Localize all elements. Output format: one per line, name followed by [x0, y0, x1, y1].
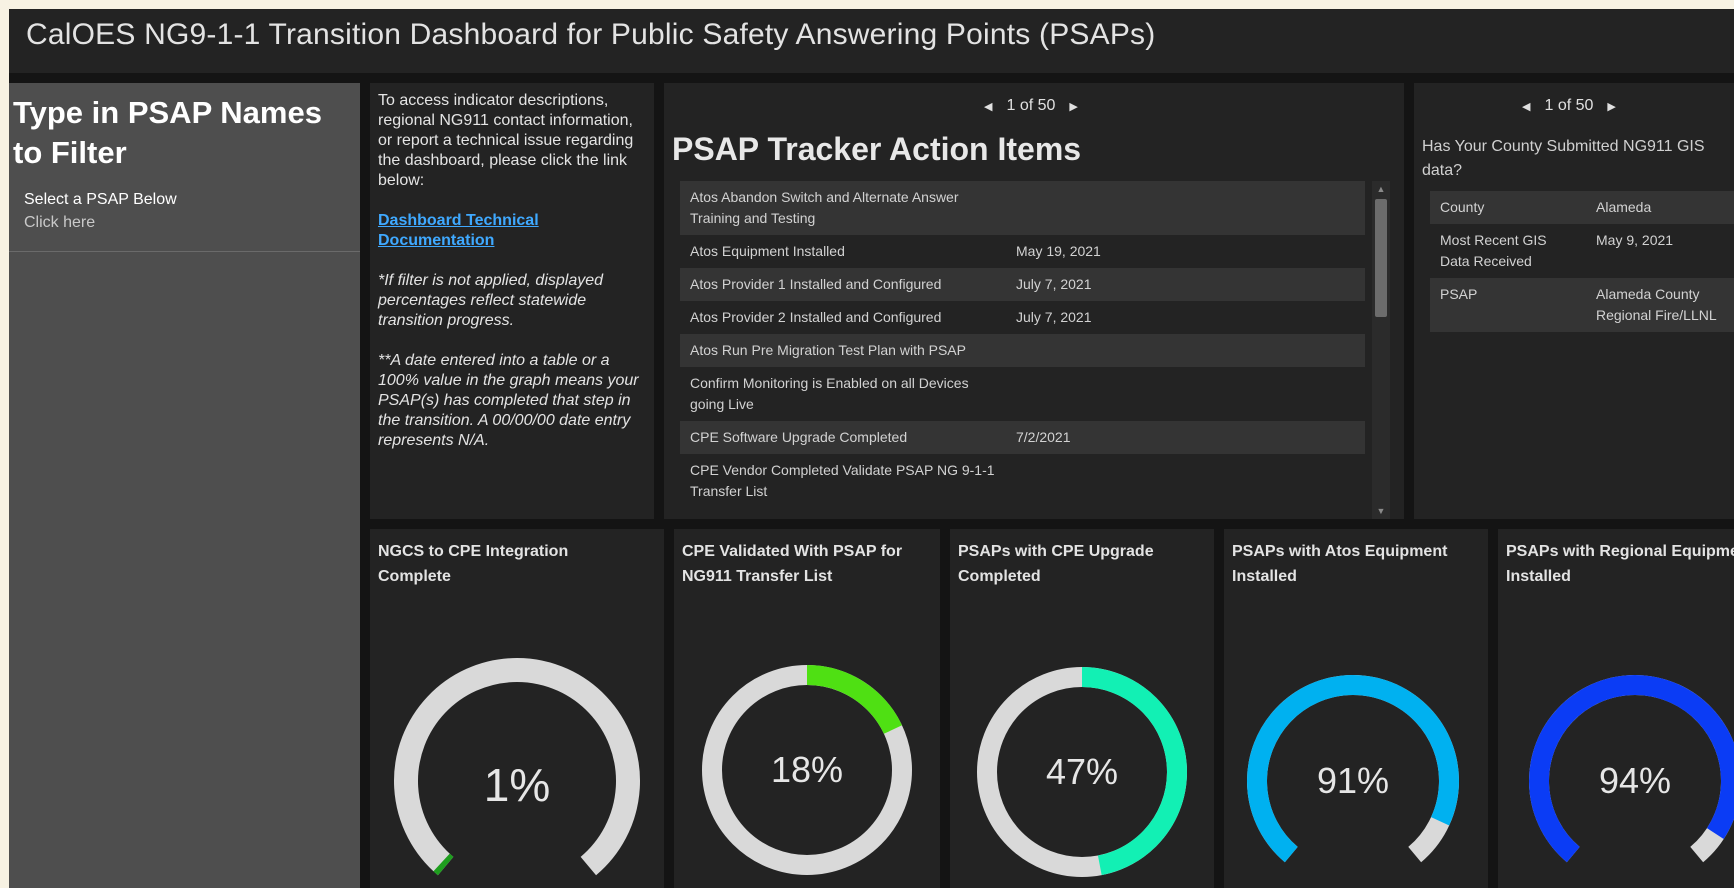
- gauge-regional-equipment: PSAPs with Regional Equipment Installed …: [1498, 529, 1734, 888]
- scroll-thumb[interactable]: [1375, 199, 1387, 317]
- row-item: Atos Run Pre Migration Test Plan with PS…: [690, 342, 966, 358]
- gauge-value-arc: [433, 853, 454, 876]
- gauge-ngcs-integration: NGCS to CPE Integration Complete 1%: [370, 529, 664, 888]
- info-intro: To access indicator descriptions, region…: [378, 92, 634, 189]
- row-item: Confirm Monitoring is Enabled on all Dev…: [690, 375, 969, 412]
- psap-select-dropdown[interactable]: Click here: [24, 214, 95, 232]
- tracker-page-count: 1 of 50: [1006, 97, 1056, 114]
- row-value: May 9, 2021: [1596, 232, 1674, 248]
- row-value: Alameda County Regional Fire/LLNL: [1596, 286, 1717, 323]
- row-item: CPE Software Upgrade Completed: [690, 429, 908, 445]
- info-note-filter: *If filter is not applied, displayed per…: [378, 272, 604, 329]
- next-page-icon[interactable]: ▶: [1069, 100, 1077, 113]
- filter-title: Type in PSAP Names to Filter: [13, 95, 322, 170]
- table-row: PSAP Alameda County Regional Fire/LLNL: [1430, 278, 1734, 332]
- row-label: County: [1440, 199, 1485, 215]
- row-date: [1006, 334, 1365, 367]
- gauge-value-arc: [806, 665, 903, 735]
- tracker-panel: ◀ 1 of 50 ▶ PSAP Tracker Action Items At…: [664, 83, 1404, 519]
- row-item: Atos Provider 1 Installed and Configured: [690, 276, 942, 292]
- table-row: Atos Equipment Installed May 19, 2021: [680, 235, 1365, 268]
- row-date: July 7, 2021: [1016, 309, 1092, 325]
- gauge-atos-equipment: PSAPs with Atos Equipment Installed 91%: [1224, 529, 1488, 888]
- gauge-value-label: 1%: [484, 759, 550, 811]
- dashboard-app: CalOES NG9-1-1 Transition Dashboard for …: [9, 9, 1734, 888]
- gis-panel: ◀ 1 of 50 ▶ Has Your County Submitted NG…: [1414, 83, 1734, 519]
- gis-question: Has Your County Submitted NG911 GIS data…: [1422, 138, 1705, 179]
- gis-pager: ◀ 1 of 50 ▶: [1522, 97, 1616, 115]
- gauge-value-label: 47%: [1046, 751, 1118, 792]
- table-row: Atos Abandon Switch and Alternate Answer…: [680, 181, 1365, 235]
- row-item: Atos Provider 2 Installed and Configured: [690, 309, 942, 325]
- prev-page-icon[interactable]: ◀: [1522, 100, 1530, 113]
- table-row: Confirm Monitoring is Enabled on all Dev…: [680, 367, 1365, 421]
- row-date: [1006, 454, 1365, 508]
- info-panel: To access indicator descriptions, region…: [370, 83, 654, 519]
- table-row: County Alameda: [1430, 191, 1734, 224]
- tracker-scrollbar[interactable]: ▲ ▼: [1372, 181, 1390, 519]
- page-title: CalOES NG9-1-1 Transition Dashboard for …: [26, 18, 1156, 51]
- table-row: CPE Vendor Completed Validate PSAP NG 9-…: [680, 454, 1365, 508]
- scroll-down-icon[interactable]: ▼: [1375, 505, 1387, 517]
- row-date: 7/2/2021: [1016, 429, 1071, 445]
- gauge-value-label: 94%: [1599, 760, 1671, 801]
- gis-page-count: 1 of 50: [1544, 97, 1594, 114]
- gis-table: County Alameda Most Recent GIS Data Recei…: [1430, 191, 1734, 332]
- next-page-icon[interactable]: ▶: [1607, 100, 1615, 113]
- table-row: Atos Provider 1 Installed and Configured…: [680, 268, 1365, 301]
- row-date: [1006, 181, 1365, 235]
- row-date: July 7, 2021: [1016, 276, 1092, 292]
- row-date: [1006, 367, 1365, 421]
- documentation-link[interactable]: Dashboard Technical Documentation: [378, 212, 539, 249]
- row-label: PSAP: [1440, 286, 1478, 302]
- header-bar: CalOES NG9-1-1 Transition Dashboard for …: [9, 9, 1734, 73]
- info-note-dates: **A date entered into a table or a 100% …: [378, 352, 639, 449]
- prev-page-icon[interactable]: ◀: [984, 100, 992, 113]
- table-row: Atos Run Pre Migration Test Plan with PS…: [680, 334, 1365, 367]
- gauge-value-label: 91%: [1317, 760, 1389, 801]
- gauge-cpe-validated: CPE Validated With PSAP for NG911 Transf…: [674, 529, 940, 888]
- row-label: Most Recent GIS Data Received: [1440, 232, 1547, 269]
- gauge-cpe-upgrade: PSAPs with CPE Upgrade Completed 47%: [950, 529, 1214, 888]
- table-row: CPE Software Upgrade Completed 7/2/2021: [680, 421, 1365, 454]
- tracker-pager: ◀ 1 of 50 ▶: [984, 97, 1078, 115]
- divider: [9, 251, 360, 252]
- tracker-table: Atos Abandon Switch and Alternate Answer…: [680, 181, 1365, 519]
- filter-panel: Type in PSAP Names to Filter Select a PS…: [9, 83, 360, 888]
- table-row: Atos Provider 2 Installed and Configured…: [680, 301, 1365, 334]
- gauge-value-label: 18%: [771, 749, 843, 790]
- table-row: Most Recent GIS Data Received May 9, 2021: [1430, 224, 1734, 278]
- row-item: Atos Abandon Switch and Alternate Answer…: [690, 189, 959, 226]
- scroll-up-icon[interactable]: ▲: [1375, 183, 1387, 195]
- row-item: Atos Equipment Installed: [690, 243, 845, 259]
- tracker-title: PSAP Tracker Action Items: [672, 131, 1082, 167]
- row-date: May 19, 2021: [1016, 243, 1101, 259]
- row-value: Alameda: [1596, 199, 1652, 215]
- psap-select-label: Select a PSAP Below: [24, 191, 177, 208]
- row-item: CPE Vendor Completed Validate PSAP NG 9-…: [690, 462, 995, 499]
